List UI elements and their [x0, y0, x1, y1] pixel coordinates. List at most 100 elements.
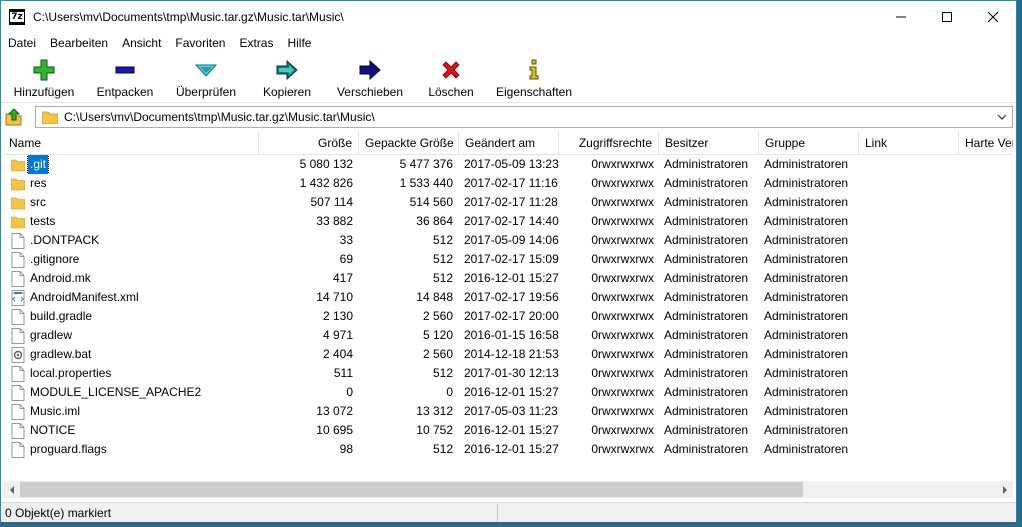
table-row[interactable]: src 507 114 514 560 2017-02-17 11:28 0rwxrwx… [3, 193, 1013, 212]
cell-group: Administratoren [764, 385, 849, 399]
cell-name: Android.mk [3, 269, 259, 288]
col-header-hardlinks[interactable]: Harte Verknüpfungen [959, 131, 1013, 155]
table-row[interactable]: .gitignore 69 512 2017-02-17 15:09 0rwxrwxrw… [3, 250, 1013, 269]
test-label: Überprüfen [175, 85, 237, 99]
menu-favoriten[interactable]: Favoriten [168, 33, 232, 53]
scroll-left-button[interactable] [3, 481, 20, 498]
batch-file-icon [11, 346, 25, 363]
maximize-button[interactable] [924, 1, 970, 33]
delete-x-icon [439, 58, 463, 82]
cell-owner: Administratoren [664, 366, 749, 380]
cell-owner: Administratoren [664, 157, 749, 171]
cell-permissions: 0rwxrwxrwx [591, 385, 654, 399]
cell-permissions: 0rwxrwxrwx [591, 176, 654, 190]
cell-owner: Administratoren [664, 442, 749, 456]
table-row[interactable]: tests 33 882 36 864 2017-02-17 14:40 0rwxrwx… [3, 212, 1013, 231]
file-name: proguard.flags [30, 442, 107, 456]
file-icon [11, 308, 25, 325]
cell-permissions: 0rwxrwxrwx [591, 328, 654, 342]
up-folder-icon [5, 108, 22, 126]
cell-owner: Administratoren [664, 195, 749, 209]
col-header-name[interactable]: Name [3, 131, 259, 155]
cell-packed-size: 512 [432, 366, 453, 380]
table-row[interactable]: NOTICE 10 695 10 752 2016-12-01 15:27 0rwxrw… [3, 421, 1013, 440]
scrollbar-thumb[interactable] [20, 482, 803, 497]
horizontal-scrollbar[interactable] [3, 481, 1013, 498]
scroll-right-button[interactable] [996, 481, 1013, 498]
col-header-permissions[interactable]: Zugriffsrechte [559, 131, 659, 155]
address-bar[interactable]: C:\Users\mv\Documents\tmp\Music.tar.gz\M… [35, 106, 1013, 128]
table-row[interactable]: AndroidManifest.xml 14 710 14 848 2017-02-1… [3, 288, 1013, 307]
cell-modified: 2016-01-15 16:58 [464, 328, 559, 342]
file-list[interactable]: Name Größe Gepackte Größe Geändert am Zu… [3, 131, 1013, 499]
cell-packed-size: 512 [432, 233, 453, 247]
col-header-packed-size[interactable]: Gepackte Größe [359, 131, 459, 155]
window-title: C:\Users\mv\Documents\tmp\Music.tar.gz\M… [33, 10, 344, 24]
cell-name: Music.iml [3, 402, 259, 421]
col-header-modified[interactable]: Geändert am [459, 131, 559, 155]
col-header-link[interactable]: Link [859, 131, 959, 155]
file-name: local.properties [30, 366, 112, 380]
minimize-button[interactable] [878, 1, 924, 33]
status-bar: 0 Objekt(e) markiert [1, 502, 1016, 522]
file-name: tests [30, 214, 56, 228]
test-button[interactable]: Überprüfen [175, 53, 237, 101]
cell-owner: Administratoren [664, 290, 749, 304]
app-icon-text: 7z [10, 12, 24, 22]
cell-modified: 2017-01-30 12:13 [464, 366, 559, 380]
cell-modified: 2017-02-17 14:40 [464, 214, 559, 228]
menu-extras[interactable]: Extras [232, 33, 280, 53]
cell-modified: 2017-02-17 11:16 [464, 176, 558, 190]
menu-datei[interactable]: Datei [1, 33, 43, 53]
table-row[interactable]: .DONTPACK 33 512 2017-05-09 14:06 0rwxrwxrwx… [3, 231, 1013, 250]
cell-size: 14 710 [316, 290, 353, 304]
status-text: 0 Objekt(e) markiert [5, 506, 112, 520]
cell-permissions: 0rwxrwxrwx [591, 347, 654, 361]
cell-packed-size: 512 [432, 442, 453, 456]
cell-packed-size: 5 120 [422, 328, 453, 342]
copy-button[interactable]: Kopieren [262, 53, 312, 101]
table-row[interactable]: Music.iml 13 072 13 312 2017-05-03 11:23 0rw… [3, 402, 1013, 421]
file-name: src [30, 195, 46, 209]
cell-owner: Administratoren [664, 347, 749, 361]
cell-owner: Administratoren [664, 233, 749, 247]
file-icon [11, 365, 25, 382]
table-row[interactable]: gradlew 4 971 5 120 2016-01-15 16:58 0rwxrwx… [3, 326, 1013, 345]
menu-bearbeiten[interactable]: Bearbeiten [43, 33, 115, 53]
table-row[interactable]: local.properties 511 512 2017-01-30 12:13 0r… [3, 364, 1013, 383]
add-button[interactable]: Hinzufügen [13, 53, 75, 101]
table-row[interactable]: build.gradle 2 130 2 560 2017-02-17 20:00 0r… [3, 307, 1013, 326]
cell-group: Administratoren [764, 214, 849, 228]
title-bar[interactable]: 7z C:\Users\mv\Documents\tmp\Music.tar.g… [1, 1, 1016, 33]
cell-group: Administratoren [764, 442, 849, 456]
7zip-app-icon[interactable]: 7z [9, 9, 25, 25]
table-row[interactable]: MODULE_LICENSE_APACHE2 0 0 2016-12-01 15:27… [3, 383, 1013, 402]
folder-icon [11, 197, 25, 209]
cell-packed-size: 10 752 [416, 423, 453, 437]
table-row[interactable]: proguard.flags 98 512 2016-12-01 15:27 0rwxr… [3, 440, 1013, 459]
menu-ansicht[interactable]: Ansicht [115, 33, 168, 53]
add-label: Hinzufügen [13, 85, 75, 99]
table-row[interactable]: gradlew.bat 2 404 2 560 2014-12-18 21:53 0rw… [3, 345, 1013, 364]
col-header-size[interactable]: Größe [259, 131, 359, 155]
cell-permissions: 0rwxrwxrwx [591, 271, 654, 285]
delete-button[interactable]: Löschen [426, 53, 476, 101]
cell-group: Administratoren [764, 271, 849, 285]
extract-button[interactable]: Entpacken [97, 53, 153, 101]
move-button[interactable]: Verschieben [336, 53, 404, 101]
folder-icon [11, 159, 25, 171]
delete-label: Löschen [428, 85, 474, 99]
table-row[interactable]: .git 5 080 132 5 477 376 2017-05-09 13:23 0r… [3, 155, 1013, 174]
properties-button[interactable]: Eigenschaften [495, 53, 573, 101]
up-folder-button[interactable] [1, 105, 27, 129]
close-button[interactable] [970, 1, 1016, 33]
menu-hilfe[interactable]: Hilfe [280, 33, 318, 53]
cell-group: Administratoren [764, 366, 849, 380]
col-header-owner[interactable]: Besitzer [659, 131, 759, 155]
cell-modified: 2016-12-01 15:27 [464, 423, 559, 437]
table-row[interactable]: res 1 432 826 1 533 440 2017-02-17 11:16 0rw… [3, 174, 1013, 193]
table-row[interactable]: Android.mk 417 512 2016-12-01 15:27 0rwxrwxr… [3, 269, 1013, 288]
chevron-down-icon[interactable] [996, 111, 1008, 123]
cell-packed-size: 14 848 [416, 290, 453, 304]
col-header-group[interactable]: Gruppe [759, 131, 859, 155]
